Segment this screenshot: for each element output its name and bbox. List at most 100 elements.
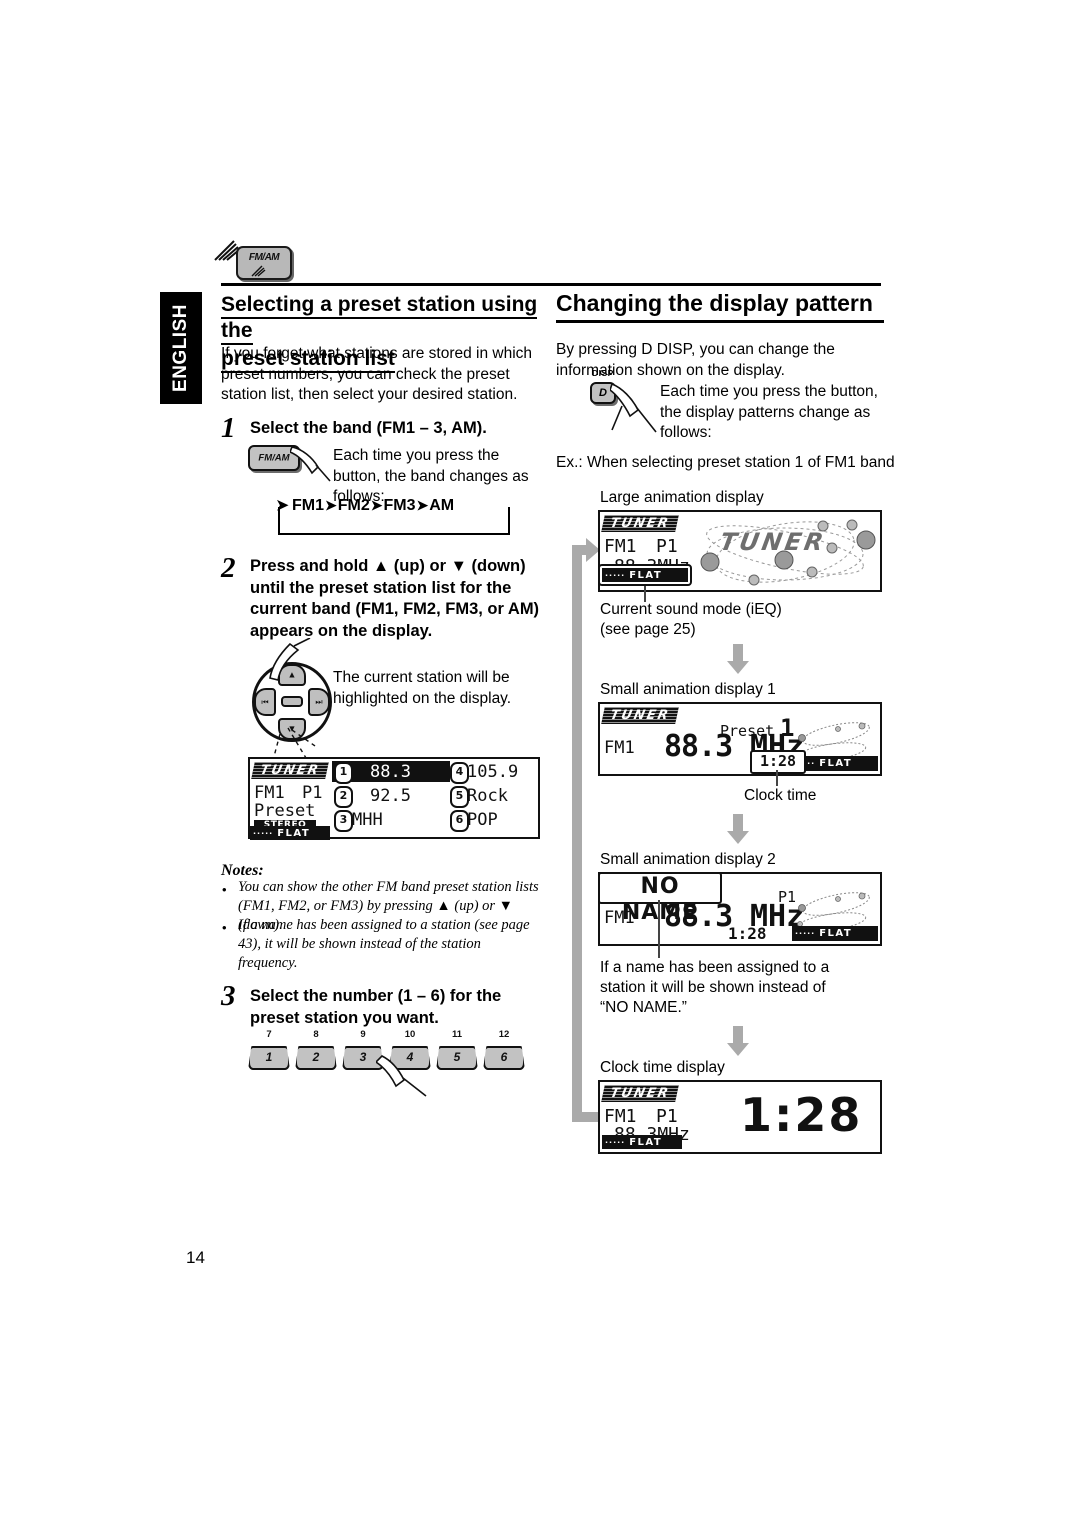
- pattern-2-caption: Small animation display 1: [600, 681, 776, 698]
- preset-key-1-label: 1: [265, 1050, 273, 1064]
- pattern-2-callout: Clock time: [744, 787, 817, 804]
- step-1-key-illustration: FM/AM: [248, 445, 331, 482]
- sound-mode-bar-preset: ····· FLAT: [250, 826, 330, 840]
- page-number: 14: [186, 1248, 205, 1267]
- sound-mode-dots-large: ·····: [605, 570, 626, 580]
- band-flow-lead-arrow: ➤: [276, 497, 289, 514]
- pattern-3-callout-line3: “NO NAME.”: [600, 999, 687, 1016]
- preset-key-2-alt: 8: [313, 1029, 319, 1040]
- band-flow-item-1: FM2: [337, 497, 370, 514]
- preset-key-6-label: 6: [500, 1050, 508, 1064]
- sound-mode-bar-large: ····· FLAT: [602, 568, 688, 582]
- flow-arrow-3: [727, 1026, 749, 1056]
- preset-entry-num-2[interactable]: 2: [334, 786, 353, 808]
- preset-entry-value-6: POP: [467, 810, 498, 830]
- pattern-3-caption: Small animation display 2: [600, 851, 776, 868]
- pattern-1-caption: Large animation display: [600, 489, 764, 506]
- language-tab-label: ENGLISH: [170, 304, 191, 392]
- sound-mode-label-small1: FLAT: [819, 758, 853, 769]
- tuner-logo-small1: TUNER: [601, 707, 679, 724]
- preset-key-5-alt: 11: [451, 1029, 463, 1040]
- preset-display-mode: Preset: [254, 801, 316, 821]
- preset-entry-value-1: 88.3: [370, 762, 411, 782]
- step-1-number: 1: [221, 412, 236, 444]
- section-heading-right: Changing the display pattern: [556, 290, 886, 323]
- band-flow-item-2: FM3: [383, 497, 416, 514]
- band-flow-labels: FM1➤FM2➤FM3➤AM: [292, 497, 455, 514]
- preset-number-keys: 7 1 8 2 9 3 10 4 11 5 12 6: [248, 1026, 538, 1078]
- tuner-logo-text: TUNER: [258, 763, 322, 778]
- heading-right-rule: [556, 320, 884, 323]
- note-bullet-1: •: [222, 882, 227, 897]
- preset-key-3-label: 3: [359, 1050, 367, 1064]
- clock-display-time: 1:28: [740, 1088, 863, 1142]
- step-2-note: The current station will be highlighted …: [333, 669, 512, 707]
- tuner-logo-large: TUNER: [601, 515, 679, 532]
- callout-leader-3: [658, 900, 660, 958]
- sound-mode-label-large: FLAT: [629, 569, 663, 581]
- pattern-3-callout-line1: If a name has been assigned to a: [600, 959, 830, 976]
- fm-am-keycap-small-label: FM/AM: [258, 452, 290, 464]
- dpad-down-button: ▼: [278, 718, 306, 740]
- manual-page: ENGLISH FM/AM Selecting a preset station…: [0, 0, 1080, 1528]
- tuner-logo-small1-text: TUNER: [608, 708, 672, 723]
- small1-frequency: 88.3: [664, 729, 733, 764]
- up-down-control-illustration: ▲ ▼ ⏮ ⏭: [252, 662, 332, 742]
- callout-leader-2: [776, 770, 778, 786]
- preset-key-5[interactable]: 11 5: [436, 1029, 478, 1070]
- preset-key-4[interactable]: 10 4: [389, 1029, 431, 1070]
- clock-time-display: TUNER FM1 P1 88.3MHz 1:28 ····· FLAT: [598, 1080, 882, 1154]
- step-1-text: Select the band (FM1 – 3, AM).: [250, 419, 487, 437]
- sound-mode-dots-small2: ·····: [795, 929, 816, 938]
- sound-mode-bar-small2: ····· FLAT: [792, 926, 878, 941]
- preset-key-2-label: 2: [312, 1050, 320, 1064]
- preset-entry-num-1[interactable]: 1: [334, 762, 353, 784]
- sound-mode-bar-clock: ····· FLAT: [602, 1135, 682, 1149]
- dpad-center-button: [281, 696, 303, 707]
- preset-entry-num-3[interactable]: 3: [334, 810, 353, 832]
- fm-am-keycap-small: FM/AM: [248, 445, 300, 471]
- flow-arrow-1: [727, 644, 749, 674]
- small1-display-band: FM1: [604, 738, 635, 758]
- orbit-animation-graphic: TUNER: [700, 519, 876, 586]
- language-tab: ENGLISH: [160, 292, 202, 404]
- note-bullet-2: •: [222, 920, 227, 935]
- preset-key-3[interactable]: 9 3: [342, 1029, 384, 1070]
- pattern-1-callout-line2: (see page 25): [600, 621, 696, 638]
- header-rule: [221, 283, 881, 286]
- preset-key-3-alt: 9: [360, 1029, 366, 1040]
- preset-key-6-alt: 12: [498, 1029, 510, 1040]
- band-flow-item-3: AM: [429, 497, 455, 514]
- disp-keycap-text: D: [599, 387, 607, 399]
- disp-key-label-above: DISP: [592, 368, 614, 378]
- fm-am-button-icon: FM/AM: [210, 238, 300, 282]
- preset-key-5-label: 5: [453, 1050, 461, 1064]
- sound-mode-label-preset: FLAT: [277, 827, 311, 839]
- dpad-right-button: ⏭: [308, 688, 330, 716]
- preset-key-4-label: 4: [406, 1050, 414, 1064]
- small-animation-display-1: TUNER FM1 Preset 1 88.3 MHz ····· FLAT: [598, 702, 882, 776]
- tuner-logo-large-text: TUNER: [608, 516, 672, 531]
- preset-key-1[interactable]: 7 1: [248, 1029, 290, 1070]
- preset-key-4-alt: 10: [404, 1029, 416, 1040]
- note-text-2: If a name has been assigned to a station…: [238, 917, 530, 971]
- pattern-1-callout-line1: Current sound mode (iEQ): [600, 601, 782, 618]
- step-3-number: 3: [221, 980, 236, 1012]
- sound-mode-callout-box: ····· FLAT: [598, 564, 692, 586]
- clock-time-box-1: 1:28: [750, 750, 806, 774]
- fm-am-keycap-label: FM/AM: [248, 252, 280, 263]
- preset-key-6[interactable]: 12 6: [483, 1029, 525, 1070]
- preset-entry-value-2: 92.5: [370, 786, 411, 806]
- disp-key-note: Each time you press the button, the disp…: [660, 383, 878, 441]
- sound-mode-label-clock: FLAT: [629, 1136, 663, 1148]
- small2-clock: 1:28: [728, 924, 767, 943]
- step-3-text: Select the number (1 – 6) for the preset…: [250, 987, 502, 1027]
- left-intro-text: If you forget what stations are stored i…: [221, 345, 533, 403]
- preset-key-1-alt: 7: [266, 1029, 272, 1040]
- step-2-text: Press and hold ▲ (up) or ▼ (down) until …: [250, 557, 540, 640]
- preset-entry-value-4: 105.9: [467, 762, 519, 782]
- keycap-wave-icon: [251, 265, 266, 277]
- preset-display-preset: P1: [302, 783, 323, 803]
- sound-mode-dots-preset: ·····: [253, 828, 274, 838]
- preset-key-2[interactable]: 8 2: [295, 1029, 337, 1070]
